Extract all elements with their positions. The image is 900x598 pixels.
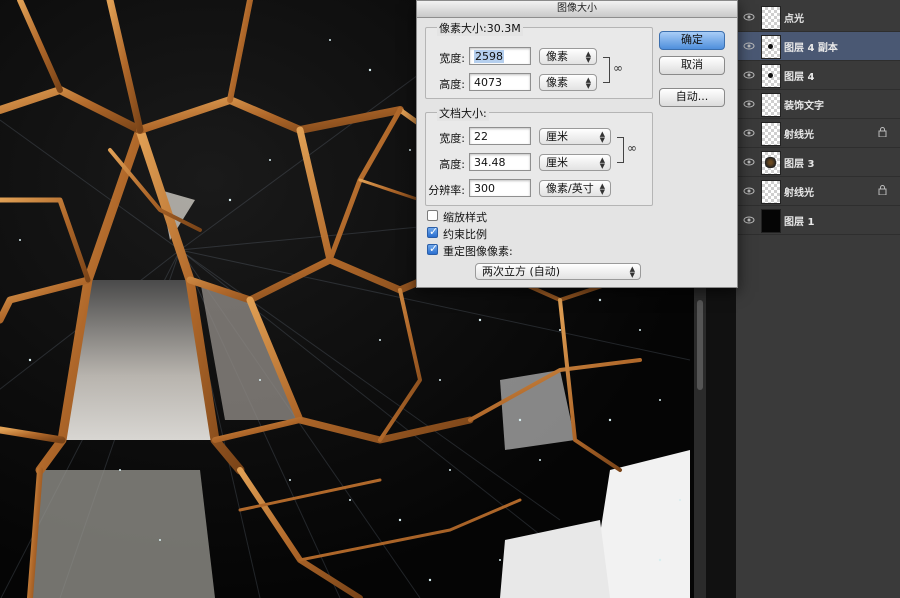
eye-icon[interactable] — [743, 128, 755, 138]
eye-icon[interactable] — [743, 99, 755, 109]
resample-method-select[interactable]: 两次立方 (自动) ▲ ▼ — [475, 263, 641, 280]
doc-height-input[interactable]: 34.48 — [469, 153, 531, 171]
layer-name: 射线光 — [784, 188, 814, 199]
dialog-title[interactable]: 图像大小 — [417, 1, 737, 18]
layer-thumbnail — [761, 64, 781, 88]
resolution-input[interactable]: 300 — [469, 179, 531, 197]
layer-row[interactable]: 点光 — [736, 3, 900, 32]
layer-thumbnail — [761, 35, 781, 59]
layer-row-selected[interactable]: 图层 4 副本 — [736, 32, 900, 61]
canvas-scroll-thumb[interactable] — [697, 300, 703, 390]
lock-icon — [878, 127, 887, 137]
constrain-proportions-checkbox[interactable] — [427, 225, 438, 238]
layer-name: 图层 3 — [784, 159, 815, 170]
chain-link-icon: ∞ — [613, 61, 623, 75]
lock-icon — [878, 185, 887, 195]
pixel-height-label: 高度: — [439, 78, 465, 91]
layer-row[interactable]: 装饰文字 — [736, 90, 900, 119]
scale-styles-label: 缩放样式 — [443, 211, 487, 224]
layer-thumbnail — [761, 209, 781, 233]
layer-name: 图层 4 副本 — [784, 43, 838, 54]
pixel-height-input[interactable]: 4073 — [469, 73, 531, 91]
eye-icon[interactable] — [743, 12, 755, 22]
resolution-label: 分辨率: — [428, 184, 465, 197]
document-size-title: 文档大小: — [437, 105, 489, 121]
resample-image-label: 重定图像像素: — [443, 245, 513, 258]
layer-row[interactable]: 射线光 — [736, 119, 900, 148]
doc-link-bracket — [617, 137, 624, 163]
ok-button[interactable]: 确定 — [659, 31, 725, 50]
pixel-width-unit-select[interactable]: 像素 ▲ ▼ — [539, 48, 597, 65]
layers-panel: 点光 图层 4 副本 图层 4 装饰文字 射线光 图层 3 射线光 图层 1 — [736, 0, 900, 598]
eye-icon[interactable] — [743, 215, 755, 225]
chain-link-icon: ∞ — [627, 141, 637, 155]
image-size-dialog: 图像大小 像素大小:30.3M 宽度: 2598 像素 ▲ ▼ 高度: 4073 像… — [416, 0, 738, 288]
doc-width-unit-select[interactable]: 厘米 ▲ ▼ — [539, 128, 611, 145]
pixel-width-input[interactable]: 2598 — [469, 47, 531, 65]
eye-icon[interactable] — [743, 41, 755, 51]
cancel-button[interactable]: 取消 — [659, 56, 725, 75]
layer-name: 图层 1 — [784, 217, 815, 228]
layer-thumbnail — [761, 122, 781, 146]
doc-width-label: 宽度: — [439, 132, 465, 145]
layer-name: 射线光 — [784, 130, 814, 141]
pixel-width-label: 宽度: — [439, 52, 465, 65]
pixel-dimensions-title: 像素大小:30.3M — [437, 20, 523, 36]
constrain-proportions-label: 约束比例 — [443, 228, 487, 241]
layer-name: 装饰文字 — [784, 101, 824, 112]
layer-row[interactable]: 图层 3 — [736, 148, 900, 177]
layer-row[interactable]: 图层 1 — [736, 206, 900, 235]
layer-name: 点光 — [784, 14, 804, 25]
layer-thumbnail — [761, 93, 781, 117]
auto-button[interactable]: 自动... — [659, 88, 725, 107]
layer-row[interactable]: 射线光 — [736, 177, 900, 206]
pixel-height-unit-select[interactable]: 像素 ▲ ▼ — [539, 74, 597, 91]
scale-styles-checkbox[interactable] — [427, 210, 438, 221]
doc-height-label: 高度: — [439, 158, 465, 171]
pixel-link-bracket — [603, 57, 610, 83]
doc-width-input[interactable]: 22 — [469, 127, 531, 145]
layer-thumbnail — [761, 6, 781, 30]
eye-icon[interactable] — [743, 70, 755, 80]
layer-thumbnail — [761, 180, 781, 204]
layer-name: 图层 4 — [784, 72, 815, 83]
eye-icon[interactable] — [743, 157, 755, 167]
doc-height-unit-select[interactable]: 厘米 ▲ ▼ — [539, 154, 611, 171]
resample-image-checkbox[interactable] — [427, 242, 438, 255]
resolution-unit-select[interactable]: 像素/英寸 ▲ ▼ — [539, 180, 611, 197]
layer-row[interactable]: 图层 4 — [736, 61, 900, 90]
eye-icon[interactable] — [743, 186, 755, 196]
layer-thumbnail — [761, 151, 781, 175]
